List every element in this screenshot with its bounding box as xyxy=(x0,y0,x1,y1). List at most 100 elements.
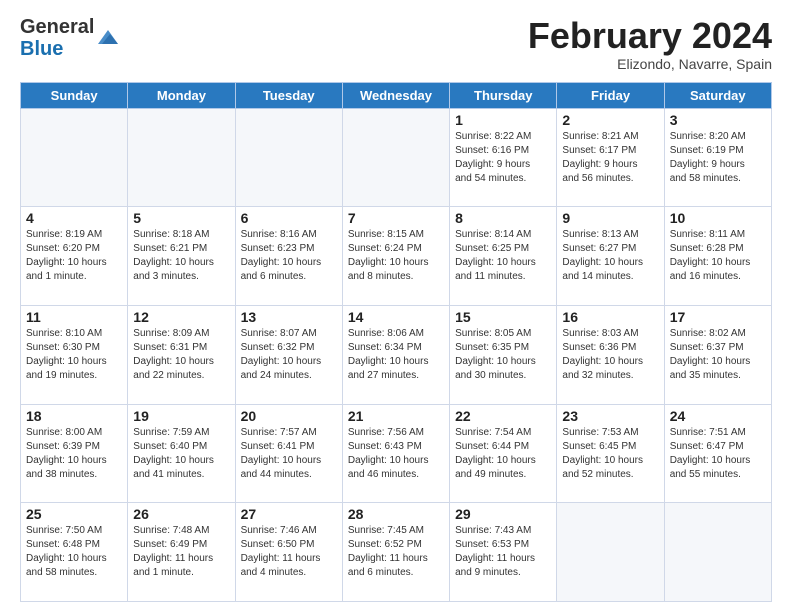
day-number: 11 xyxy=(26,309,122,325)
day-info: Sunrise: 7:43 AMSunset: 6:53 PMDaylight:… xyxy=(455,524,551,580)
day-info: Sunrise: 8:00 AMSunset: 6:39 PMDaylight:… xyxy=(26,426,122,482)
day-number: 12 xyxy=(133,309,229,325)
table-row: 5 Sunrise: 8:18 AMSunset: 6:21 PMDaylight… xyxy=(128,207,235,306)
day-info: Sunrise: 7:53 AMSunset: 6:45 PMDaylight:… xyxy=(562,426,658,482)
day-number: 24 xyxy=(670,408,766,424)
day-number: 26 xyxy=(133,506,229,522)
page: General Blue February 2024 Elizondo, Nav… xyxy=(0,0,792,612)
table-row: 28 Sunrise: 7:45 AMSunset: 6:52 PMDayligh… xyxy=(342,503,449,602)
table-row xyxy=(21,108,128,207)
day-info: Sunrise: 8:03 AMSunset: 6:36 PMDaylight:… xyxy=(562,327,658,383)
month-title: February 2024 xyxy=(528,16,772,56)
day-number: 7 xyxy=(348,210,444,226)
table-row: 22Sunrise: 7:54 AMSunset: 6:44 PMDayligh… xyxy=(450,404,557,503)
logo-icon xyxy=(96,26,120,50)
day-number: 19 xyxy=(133,408,229,424)
day-info: Sunrise: 8:14 AMSunset: 6:25 PMDaylight:… xyxy=(455,228,551,284)
day-number: 13 xyxy=(241,309,337,325)
day-info: Sunrise: 7:56 AMSunset: 6:43 PMDaylight:… xyxy=(348,426,444,482)
day-number: 3 xyxy=(670,112,766,128)
day-number: 20 xyxy=(241,408,337,424)
day-number: 5 xyxy=(133,210,229,226)
table-row: 11 Sunrise: 8:10 AMSunset: 6:30 PMDayligh… xyxy=(21,305,128,404)
day-number: 4 xyxy=(26,210,122,226)
day-info: Sunrise: 8:13 AMSunset: 6:27 PMDaylight:… xyxy=(562,228,658,284)
day-number: 15 xyxy=(455,309,551,325)
table-row: 16 Sunrise: 8:03 AMSunset: 6:36 PMDayligh… xyxy=(557,305,664,404)
day-info: Sunrise: 8:18 AMSunset: 6:21 PMDaylight:… xyxy=(133,228,229,284)
day-info: Sunrise: 8:09 AMSunset: 6:31 PMDaylight:… xyxy=(133,327,229,383)
table-row: 12 Sunrise: 8:09 AMSunset: 6:31 PMDayligh… xyxy=(128,305,235,404)
table-row: 25Sunrise: 7:50 AMSunset: 6:48 PMDayligh… xyxy=(21,503,128,602)
day-info: Sunrise: 8:10 AMSunset: 6:30 PMDaylight:… xyxy=(26,327,122,383)
col-monday: Monday xyxy=(128,82,235,108)
table-row xyxy=(128,108,235,207)
title-area: February 2024 Elizondo, Navarre, Spain xyxy=(528,16,772,72)
day-number: 23 xyxy=(562,408,658,424)
day-info: Sunrise: 7:54 AMSunset: 6:44 PMDaylight:… xyxy=(455,426,551,482)
day-info: Sunrise: 8:07 AMSunset: 6:32 PMDaylight:… xyxy=(241,327,337,383)
table-row: 3 Sunrise: 8:20 AMSunset: 6:19 PMDaylight… xyxy=(664,108,771,207)
day-number: 9 xyxy=(562,210,658,226)
day-number: 29 xyxy=(455,506,551,522)
day-info: Sunrise: 7:48 AMSunset: 6:49 PMDaylight:… xyxy=(133,524,229,580)
day-info: Sunrise: 8:20 AMSunset: 6:19 PMDaylight:… xyxy=(670,130,766,186)
table-row: 18 Sunrise: 8:00 AMSunset: 6:39 PMDayligh… xyxy=(21,404,128,503)
calendar-week-row: 4 Sunrise: 8:19 AMSunset: 6:20 PMDaylight… xyxy=(21,207,772,306)
calendar-week-row: 18 Sunrise: 8:00 AMSunset: 6:39 PMDayligh… xyxy=(21,404,772,503)
table-row: 14 Sunrise: 8:06 AMSunset: 6:34 PMDayligh… xyxy=(342,305,449,404)
day-info: Sunrise: 8:06 AMSunset: 6:34 PMDaylight:… xyxy=(348,327,444,383)
table-row: 29 Sunrise: 7:43 AMSunset: 6:53 PMDayligh… xyxy=(450,503,557,602)
day-info: Sunrise: 7:51 AMSunset: 6:47 PMDaylight:… xyxy=(670,426,766,482)
logo-blue: Blue xyxy=(20,38,63,60)
day-number: 2 xyxy=(562,112,658,128)
day-number: 14 xyxy=(348,309,444,325)
day-info: Sunrise: 8:02 AMSunset: 6:37 PMDaylight:… xyxy=(670,327,766,383)
day-number: 6 xyxy=(241,210,337,226)
day-info: Sunrise: 8:15 AMSunset: 6:24 PMDaylight:… xyxy=(348,228,444,284)
table-row: 24 Sunrise: 7:51 AMSunset: 6:47 PMDayligh… xyxy=(664,404,771,503)
table-row xyxy=(235,108,342,207)
table-row: 10 Sunrise: 8:11 AMSunset: 6:28 PMDayligh… xyxy=(664,207,771,306)
day-number: 17 xyxy=(670,309,766,325)
day-info: Sunrise: 8:11 AMSunset: 6:28 PMDaylight:… xyxy=(670,228,766,284)
logo-general: General xyxy=(20,16,94,38)
day-info: Sunrise: 7:46 AMSunset: 6:50 PMDaylight:… xyxy=(241,524,337,580)
day-info: Sunrise: 7:59 AMSunset: 6:40 PMDaylight:… xyxy=(133,426,229,482)
day-number: 8 xyxy=(455,210,551,226)
day-number: 16 xyxy=(562,309,658,325)
calendar-table: Sunday Monday Tuesday Wednesday Thursday… xyxy=(20,82,772,602)
day-number: 28 xyxy=(348,506,444,522)
table-row: 2Sunrise: 8:21 AMSunset: 6:17 PMDaylight… xyxy=(557,108,664,207)
calendar-week-row: 11 Sunrise: 8:10 AMSunset: 6:30 PMDayligh… xyxy=(21,305,772,404)
day-number: 27 xyxy=(241,506,337,522)
table-row: 19 Sunrise: 7:59 AMSunset: 6:40 PMDayligh… xyxy=(128,404,235,503)
calendar-week-row: 1 Sunrise: 8:22 AMSunset: 6:16 PMDaylight… xyxy=(21,108,772,207)
col-sunday: Sunday xyxy=(21,82,128,108)
day-info: Sunrise: 7:45 AMSunset: 6:52 PMDaylight:… xyxy=(348,524,444,580)
table-row: 7 Sunrise: 8:15 AMSunset: 6:24 PMDaylight… xyxy=(342,207,449,306)
col-tuesday: Tuesday xyxy=(235,82,342,108)
day-info: Sunrise: 8:05 AMSunset: 6:35 PMDaylight:… xyxy=(455,327,551,383)
calendar-week-row: 25Sunrise: 7:50 AMSunset: 6:48 PMDayligh… xyxy=(21,503,772,602)
table-row: 9 Sunrise: 8:13 AMSunset: 6:27 PMDaylight… xyxy=(557,207,664,306)
location-subtitle: Elizondo, Navarre, Spain xyxy=(528,56,772,72)
table-row: 4 Sunrise: 8:19 AMSunset: 6:20 PMDaylight… xyxy=(21,207,128,306)
table-row: 8 Sunrise: 8:14 AMSunset: 6:25 PMDaylight… xyxy=(450,207,557,306)
day-number: 25 xyxy=(26,506,122,522)
day-number: 1 xyxy=(455,112,551,128)
day-info: Sunrise: 7:57 AMSunset: 6:41 PMDaylight:… xyxy=(241,426,337,482)
day-info: Sunrise: 8:19 AMSunset: 6:20 PMDaylight:… xyxy=(26,228,122,284)
day-info: Sunrise: 8:16 AMSunset: 6:23 PMDaylight:… xyxy=(241,228,337,284)
table-row: 23 Sunrise: 7:53 AMSunset: 6:45 PMDayligh… xyxy=(557,404,664,503)
day-info: Sunrise: 8:22 AMSunset: 6:16 PMDaylight:… xyxy=(455,130,551,186)
table-row: 27 Sunrise: 7:46 AMSunset: 6:50 PMDayligh… xyxy=(235,503,342,602)
logo: General Blue xyxy=(20,16,120,60)
table-row xyxy=(664,503,771,602)
table-row xyxy=(557,503,664,602)
col-wednesday: Wednesday xyxy=(342,82,449,108)
day-number: 10 xyxy=(670,210,766,226)
col-friday: Friday xyxy=(557,82,664,108)
day-number: 18 xyxy=(26,408,122,424)
table-row: 20 Sunrise: 7:57 AMSunset: 6:41 PMDayligh… xyxy=(235,404,342,503)
